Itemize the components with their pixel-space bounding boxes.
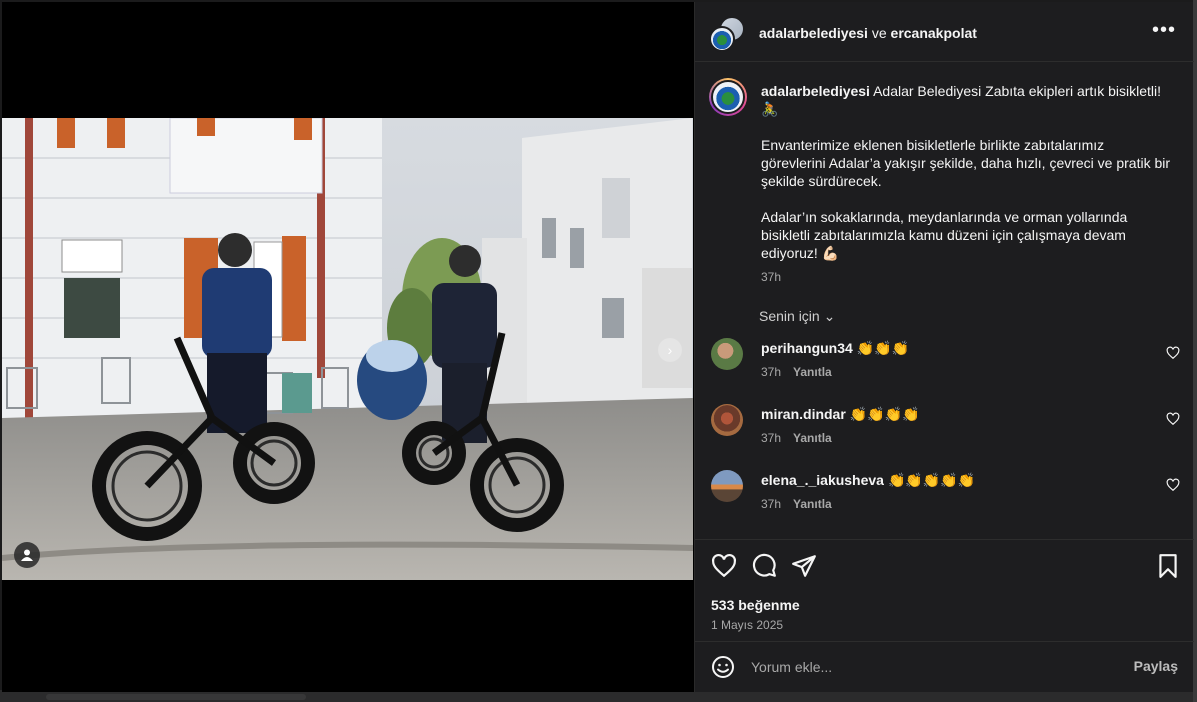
like-count[interactable]: 533 beğenme xyxy=(711,597,800,613)
collab-avatars[interactable] xyxy=(709,16,745,52)
heart-icon[interactable] xyxy=(1166,412,1180,426)
caption-time[interactable]: 37h xyxy=(761,270,781,284)
photo-illustration xyxy=(2,118,693,580)
comment-avatar[interactable] xyxy=(711,470,743,502)
bookmark-icon[interactable] xyxy=(1155,553,1181,579)
avatar-author xyxy=(709,26,735,52)
heart-icon[interactable] xyxy=(1166,478,1180,492)
post-header-title: adalarbelediyesi ve ercanakpolat xyxy=(759,25,977,41)
reply-button[interactable]: Yanıtla xyxy=(793,365,832,379)
send-icon[interactable] xyxy=(791,553,817,579)
chevron-down-icon: ⌄ xyxy=(823,308,836,324)
emoji-icon[interactable] xyxy=(711,655,735,679)
comment-avatar[interactable] xyxy=(711,404,743,436)
next-photo-icon[interactable]: › xyxy=(658,338,682,362)
comment-avatar[interactable] xyxy=(711,338,743,370)
comment-text: 👏👏👏 xyxy=(856,340,910,356)
comment-item: elena_._iakusheva 👏👏👏👏👏 37h Yanıtla xyxy=(695,470,1194,530)
comment-text: 👏👏👏👏👏 xyxy=(887,472,976,488)
caption-text: adalarbelediyesi Adalar Belediyesi Zabıt… xyxy=(761,82,1171,280)
collaborator-link[interactable]: ercanakpolat xyxy=(891,25,977,41)
caption-avatar[interactable] xyxy=(709,78,747,116)
caption-paragraph-2: Envanterimize eklenen bisikletlerle birl… xyxy=(761,137,1171,189)
comment-username[interactable]: miran.dindar xyxy=(761,406,846,422)
share-button[interactable]: Paylaş xyxy=(1134,658,1178,674)
comment-time[interactable]: 37h xyxy=(761,365,781,379)
post-header: adalarbelediyesi ve ercanakpolat ••• xyxy=(695,2,1194,62)
comment-time[interactable]: 37h xyxy=(761,497,781,511)
backdrop-ghost-text xyxy=(46,694,306,700)
user-tag-icon[interactable] xyxy=(14,542,40,568)
comment-sort-label: Senin için xyxy=(759,308,820,324)
comment-item: perihangun34 👏👏👏 37h Yanıtla xyxy=(695,338,1194,398)
post-date[interactable]: 1 Mayıs 2025 xyxy=(711,618,783,632)
comment-username[interactable]: perihangun34 xyxy=(761,340,853,356)
comment-time[interactable]: 37h xyxy=(761,431,781,445)
post-side-panel: adalarbelediyesi ve ercanakpolat ••• ada… xyxy=(694,2,1194,692)
comment-input[interactable] xyxy=(751,656,1111,678)
caption-paragraph-3: Adalar’ın sokaklarında, meydanlarında ve… xyxy=(761,209,1128,261)
post-modal: › adalarbelediyesi ve ercanakpolat ••• a… xyxy=(2,2,1194,692)
heart-icon[interactable] xyxy=(1166,346,1180,360)
comments-scroll[interactable]: adalarbelediyesi Adalar Belediyesi Zabıt… xyxy=(695,62,1194,538)
more-icon[interactable]: ••• xyxy=(1152,20,1176,40)
media-panel: › xyxy=(2,2,694,692)
post-photo[interactable]: › xyxy=(2,118,693,580)
comment-item: miran.dindar 👏👏👏👏 37h Yanıtla xyxy=(695,404,1194,464)
comment-sort-dropdown[interactable]: Senin için ⌄ xyxy=(759,308,835,325)
comment-composer: Paylaş xyxy=(695,641,1194,692)
author-link[interactable]: adalarbelediyesi xyxy=(759,25,868,41)
reply-button[interactable]: Yanıtla xyxy=(793,497,832,511)
caption-username[interactable]: adalarbelediyesi xyxy=(761,83,870,99)
comment-text: 👏👏👏👏 xyxy=(849,406,920,422)
heart-icon[interactable] xyxy=(711,553,737,579)
reply-button[interactable]: Yanıtla xyxy=(793,431,832,445)
post-actions: 533 beğenme 1 Mayıs 2025 xyxy=(695,539,1194,639)
comment-username[interactable]: elena_._iakusheva xyxy=(761,472,884,488)
comment-icon[interactable] xyxy=(751,553,777,579)
header-connector: ve xyxy=(871,25,887,41)
